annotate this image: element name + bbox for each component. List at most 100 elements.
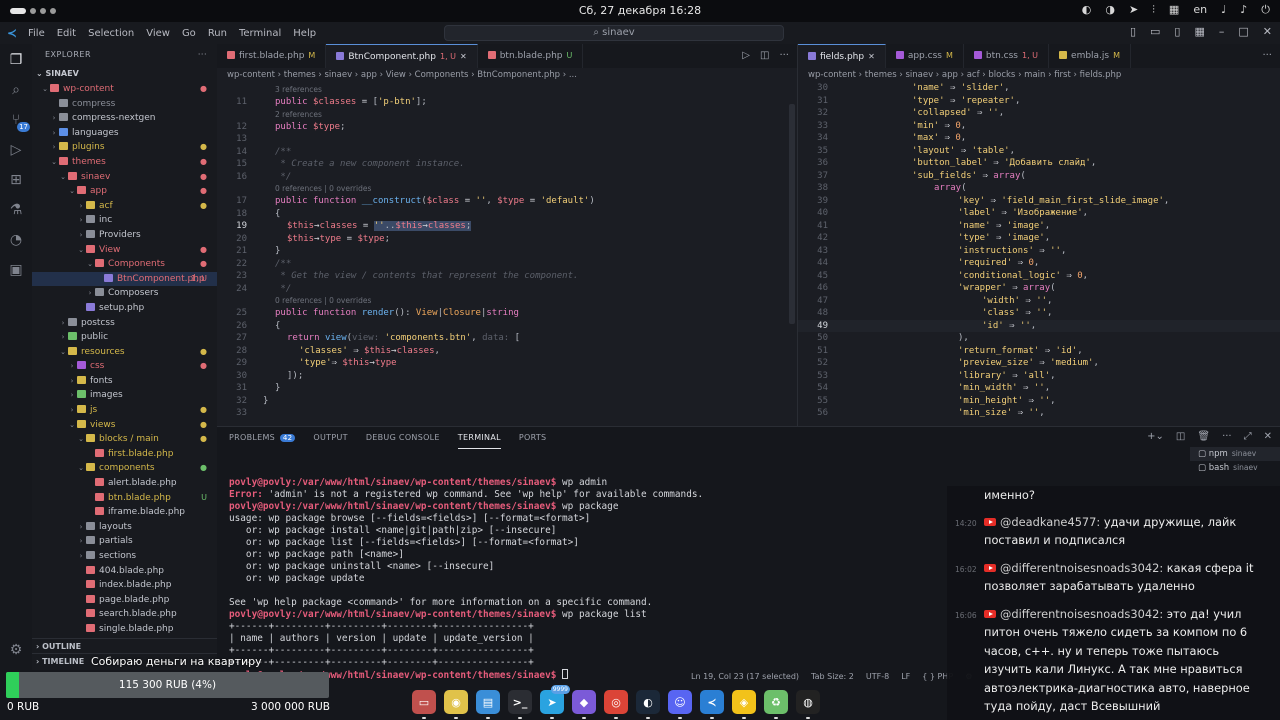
editor-tab[interactable]: BtnComponent.php 1, U ✕ [326, 44, 478, 68]
ring-app-icon[interactable]: ◉ [444, 690, 468, 719]
tab-problems[interactable]: PROBLEMS 42 [229, 427, 296, 449]
tree-item[interactable]: ⌄ components ● [32, 461, 217, 476]
tab-output[interactable]: OUTPUT [313, 427, 347, 449]
gear-icon[interactable]: ⚙ [6, 640, 26, 660]
maximize-panel-icon[interactable]: ⤢ [1244, 431, 1252, 442]
editor-tab[interactable]: app.css M [886, 44, 964, 68]
editor-scrollbar[interactable] [789, 104, 795, 324]
tree-item[interactable]: ⌄ blocks / main ● [32, 432, 217, 447]
tree-item[interactable]: ⌄ wp-content ● [32, 82, 217, 97]
code-area-left[interactable]: 3 references 11 public $classes = ['p-btn… [217, 82, 797, 420]
more-actions-icon[interactable]: ··· [1222, 431, 1232, 442]
vpn-tray-icon[interactable]: ◑ [1105, 3, 1115, 17]
tree-item[interactable]: › fonts [32, 374, 217, 389]
menu-run[interactable]: Run [208, 28, 227, 39]
codelens-hint[interactable]: 3 references [217, 84, 797, 96]
chrome-app-icon[interactable]: ◎ [604, 690, 628, 719]
obs-app-icon[interactable]: ◍ [796, 690, 820, 719]
menu-selection[interactable]: Selection [88, 28, 134, 39]
tree-item[interactable]: ⌄ views ● [32, 418, 217, 433]
tree-item[interactable]: ⌄ sinaev ● [32, 170, 217, 185]
tree-item[interactable]: iframe.blade.php [32, 505, 217, 520]
maximize-icon[interactable]: □ [1238, 25, 1248, 38]
tree-item[interactable]: › images [32, 388, 217, 403]
telegram-app-icon[interactable]: ➤ 9999 [540, 685, 570, 719]
editor-tab[interactable]: first.blade.php M [217, 44, 327, 68]
tree-item[interactable]: ⌄ resources ● [32, 345, 217, 360]
tree-item[interactable]: ⌄ themes ● [32, 155, 217, 170]
breadcrumb[interactable]: wp-content › themes › sinaev › app › acf… [798, 68, 1280, 82]
new-terminal-icon[interactable]: +⌄ [1147, 431, 1164, 442]
terminal-tab-bash[interactable]: ▢ bash sinaev [1190, 461, 1280, 475]
more-actions-icon[interactable]: ··· [779, 44, 789, 68]
trash-app-icon[interactable]: ♻ [764, 690, 788, 719]
search-view-icon[interactable]: ⌕ [6, 80, 26, 100]
tab-terminal[interactable]: TERMINAL [457, 427, 501, 449]
tree-item[interactable]: index.blade.php [32, 578, 217, 593]
close-icon[interactable]: ✕ [1263, 25, 1272, 38]
store-app-icon[interactable]: ▤ [476, 690, 500, 719]
code-area-right[interactable]: 30'name' ⇒ 'slider', 31'type' ⇒ 'repeate… [798, 82, 1280, 420]
tab-debug-console[interactable]: DEBUG CONSOLE [366, 427, 440, 449]
split-editor-icon[interactable]: ◫ [760, 44, 769, 68]
layout-icon[interactable]: ▦ [1194, 25, 1204, 38]
outline-section[interactable]: › OUTLINE [32, 638, 217, 653]
tree-item[interactable]: › layouts [32, 520, 217, 535]
extensions-icon[interactable]: ⊞ [6, 170, 26, 190]
run-file-icon[interactable]: ▷ [742, 44, 750, 68]
tree-item[interactable]: page.blade.php [32, 593, 217, 608]
menu-view[interactable]: View [146, 28, 170, 39]
minimize-icon[interactable]: – [1219, 25, 1225, 38]
terminal-app-icon[interactable]: >_ [508, 690, 532, 719]
tree-item[interactable]: › partials [32, 534, 217, 549]
toggle-panel-icon[interactable]: ▭ [1150, 25, 1160, 38]
tree-item[interactable]: ⌄ View ● [32, 243, 217, 258]
tab-ports[interactable]: PORTS [519, 427, 547, 449]
tree-item[interactable]: single.blade.php [32, 622, 217, 637]
encoding[interactable]: UTF-8 [866, 670, 889, 684]
workspace-root[interactable]: ⌄ SINAEV [32, 66, 217, 82]
close-tab-icon[interactable]: ✕ [460, 52, 467, 61]
tree-item[interactable]: ⌄ app ● [32, 184, 217, 199]
editor-tab[interactable]: embla.js M [1049, 44, 1132, 68]
menu-edit[interactable]: Edit [57, 28, 76, 39]
tree-item[interactable]: alert.blade.php [32, 476, 217, 491]
docker-icon[interactable]: ▣ [6, 260, 26, 280]
obsidian-app-icon[interactable]: ◆ [572, 690, 596, 719]
command-center-search[interactable]: ⌕ sinaev [444, 25, 784, 41]
breadcrumb[interactable]: wp-content › themes › sinaev › app › Vie… [217, 68, 797, 82]
calendar-tray-icon[interactable]: ▦ [1169, 3, 1179, 17]
equalizer-tray-icon[interactable]: ⫶ [1152, 3, 1155, 17]
tree-item[interactable]: › inc [32, 213, 217, 228]
tree-item[interactable]: › sections [32, 549, 217, 564]
terminal-output[interactable]: povly@povly:/var/www/html/sinaev/wp-cont… [229, 465, 703, 681]
run-debug-icon[interactable]: ▷ [6, 140, 26, 160]
codelens-hint[interactable]: 0 references | 0 overrides [217, 183, 797, 195]
discord-app-icon[interactable]: ☺ [668, 690, 692, 719]
tree-item[interactable]: BtnComponent.php 1, U [32, 271, 217, 287]
split-terminal-icon[interactable]: ◫ [1176, 431, 1185, 442]
steam-tray-icon[interactable]: ◐ [1082, 3, 1092, 17]
editor-tab[interactable]: btn.blade.php U [478, 44, 584, 68]
terminal-tab-npm[interactable]: ▢ npm sinaev [1190, 447, 1280, 461]
more-actions-icon[interactable]: ··· [1262, 44, 1272, 68]
power-icon[interactable]: ⏻ [1261, 3, 1270, 17]
tree-item[interactable]: › css ● [32, 359, 217, 374]
editor-tab[interactable]: fields.php ✕ [798, 44, 886, 68]
tree-item[interactable]: › js ● [32, 403, 217, 418]
close-tab-icon[interactable]: ✕ [868, 52, 875, 61]
toggle-secondary-icon[interactable]: ▯ [1174, 25, 1180, 38]
codelens-hint[interactable]: 2 references [217, 109, 797, 121]
tree-item[interactable]: › public [32, 330, 217, 345]
files-app-icon[interactable]: ▭ [412, 690, 436, 719]
codelens-hint[interactable]: 0 references | 0 overrides [217, 295, 797, 307]
tab-size[interactable]: Tab Size: 2 [811, 670, 854, 684]
tree-item[interactable]: compress [32, 97, 217, 112]
tree-item[interactable]: › Providers [32, 228, 217, 243]
tree-item[interactable]: setup.php [32, 301, 217, 316]
tree-item[interactable]: 404.blade.php [32, 564, 217, 579]
menu-file[interactable]: File [28, 28, 45, 39]
tree-item[interactable]: btn.blade.php U [32, 491, 217, 506]
toggle-sidebar-icon[interactable]: ▯ [1130, 25, 1136, 38]
tree-item[interactable]: › acf ● [32, 199, 217, 214]
